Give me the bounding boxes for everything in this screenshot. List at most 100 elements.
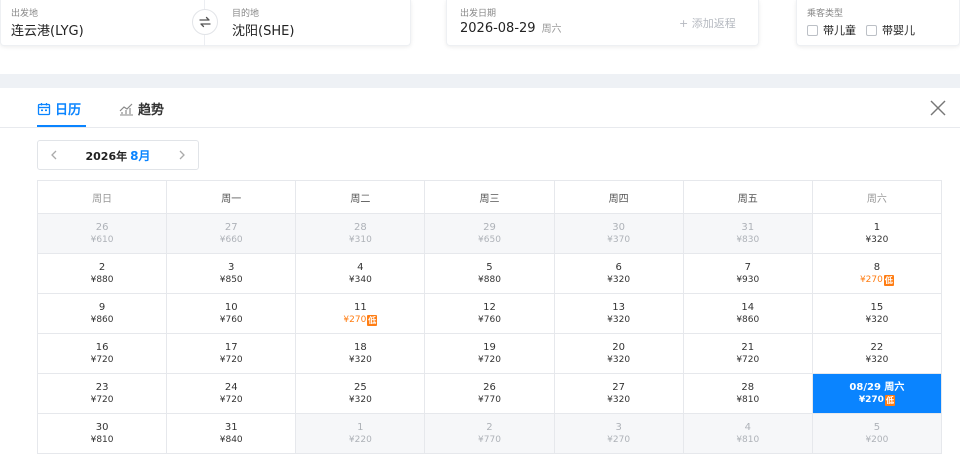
calendar-day[interactable]: 25 ¥320 (296, 374, 426, 414)
calendar-day-selected[interactable]: 08/29 周六 ¥270 低 (812, 374, 942, 414)
from-field[interactable]: 连云港(LYG) (11, 20, 84, 39)
day-price-row: ¥720 (220, 394, 243, 407)
calendar-day[interactable]: 6 ¥320 (554, 254, 684, 294)
day-price-row: ¥830 (736, 234, 759, 247)
calendar-day[interactable]: 13 ¥320 (554, 294, 684, 334)
day-price: ¥880 (478, 274, 501, 285)
calendar-day[interactable]: 31 ¥840 (167, 414, 297, 454)
calendar-day[interactable]: 14 ¥860 (683, 294, 813, 334)
day-price: ¥830 (736, 234, 760, 245)
calendar-day[interactable]: 28 ¥310 (296, 214, 426, 254)
day-price: ¥610 (90, 234, 114, 245)
lowest-price-badge: 低 (884, 394, 895, 406)
calendar-day[interactable]: 23 ¥720 (38, 374, 168, 414)
day-price: ¥860 (90, 314, 114, 325)
calendar-day[interactable]: 15 ¥320 (812, 294, 942, 334)
calendar-day[interactable]: 5 ¥200 (812, 414, 942, 454)
calendar-day[interactable]: 21 ¥720 (683, 334, 813, 374)
day-number: 25 (353, 381, 367, 393)
tab-trend[interactable]: 趋势 (119, 99, 164, 118)
calendar-day[interactable]: 30 ¥370 (554, 214, 684, 254)
calendar-day[interactable]: 3 ¥270 (554, 414, 684, 454)
date-field[interactable]: 2026-08-29 周六 (460, 20, 562, 36)
calendar-day[interactable]: 8 ¥270 低 (812, 254, 942, 294)
route-card: 出发地 连云港(LYG) 目的地 沈阳(SHE) (0, 0, 411, 46)
calendar-day[interactable]: 10 ¥760 (167, 294, 297, 334)
day-price-row: ¥320 (607, 394, 630, 407)
day-price: ¥720 (219, 394, 243, 405)
checkbox-icon (807, 24, 818, 36)
tab-calendar[interactable]: 日历 (37, 99, 81, 118)
calendar-day[interactable]: 2 ¥880 (38, 254, 168, 294)
day-price: ¥320 (865, 234, 889, 245)
calendar-day[interactable]: 24 ¥720 (167, 374, 297, 414)
day-price-row: ¥720 (736, 354, 759, 367)
calendar-day[interactable]: 29 ¥650 (425, 214, 555, 254)
checkbox-icon (866, 24, 877, 36)
calendar-day[interactable]: 9 ¥860 (38, 294, 168, 334)
day-price-row: ¥320 (865, 354, 888, 367)
calendar-day[interactable]: 18 ¥320 (296, 334, 426, 374)
calendar-day[interactable]: 16 ¥720 (38, 334, 168, 374)
calendar-day[interactable]: 17 ¥720 (167, 334, 297, 374)
day-price: ¥270 (859, 274, 883, 285)
calendar-day[interactable]: 11 ¥270 低 (296, 294, 426, 334)
day-price-row: ¥270 低 (859, 394, 895, 407)
calendar-day[interactable]: 27 ¥320 (554, 374, 684, 414)
calendar-day[interactable]: 3 ¥850 (167, 254, 297, 294)
day-price: ¥720 (90, 354, 114, 365)
day-price-row: ¥810 (91, 434, 114, 447)
calendar-day[interactable]: 22 ¥320 (812, 334, 942, 374)
calendar-week-row: 9 ¥860 10 ¥760 11 ¥270 低 12 ¥760 13 ¥320 14 ¥860 15 ¥3… (38, 294, 942, 334)
calendar-day[interactable]: 4 ¥340 (296, 254, 426, 294)
calendar-day[interactable]: 19 ¥720 (425, 334, 555, 374)
swap-route-button[interactable] (192, 9, 218, 35)
day-price: ¥320 (607, 314, 631, 325)
day-price-row: ¥270 (607, 434, 630, 447)
day-price-row: ¥880 (478, 274, 501, 287)
day-price: ¥340 (348, 274, 372, 285)
day-price: ¥320 (607, 394, 631, 405)
calendar-day[interactable]: 26 ¥770 (425, 374, 555, 414)
day-price: ¥930 (736, 274, 760, 285)
date-weekday: 周六 (541, 24, 562, 35)
day-price-row: ¥200 (865, 434, 888, 447)
tab-trend-label: 趋势 (138, 103, 165, 118)
calendar-day[interactable]: 20 ¥320 (554, 334, 684, 374)
day-price: ¥760 (219, 314, 243, 325)
calendar-day[interactable]: 27 ¥660 (167, 214, 297, 254)
infant-checkbox[interactable]: 带婴儿 (866, 22, 915, 38)
day-price-row: ¥320 (607, 354, 630, 367)
date-value: 2026-08-29 (460, 21, 536, 36)
passenger-options: 带儿童 带婴儿 (807, 22, 915, 38)
day-price: ¥660 (219, 234, 243, 245)
child-checkbox[interactable]: 带儿童 (807, 22, 856, 38)
calendar-day[interactable]: 26 ¥610 (38, 214, 168, 254)
calendar-day[interactable]: 12 ¥760 (425, 294, 555, 334)
day-number: 3 (228, 261, 235, 273)
calendar-day[interactable]: 5 ¥880 (425, 254, 555, 294)
day-price-row: ¥270 低 (343, 314, 378, 327)
calendar-day[interactable]: 7 ¥930 (683, 254, 813, 294)
calendar-day[interactable]: 31 ¥830 (683, 214, 813, 254)
day-price: ¥850 (219, 274, 243, 285)
to-label: 目的地 (232, 9, 260, 19)
day-price: ¥880 (90, 274, 114, 285)
prev-month-button[interactable] (48, 149, 60, 161)
calendar-day[interactable]: 1 ¥320 (812, 214, 942, 254)
calendar-day[interactable]: 1 ¥220 (296, 414, 426, 454)
calendar-day[interactable]: 28 ¥810 (683, 374, 813, 414)
close-icon[interactable] (929, 99, 947, 117)
day-price: ¥320 (348, 354, 372, 365)
calendar-day[interactable]: 2 ¥770 (425, 414, 555, 454)
day-price: ¥650 (478, 234, 501, 245)
to-field[interactable]: 沈阳(SHE) (232, 20, 294, 39)
add-return-button[interactable]: + 添加返程 (679, 15, 736, 31)
lowest-price-badge: 低 (367, 314, 378, 326)
next-month-button[interactable] (176, 149, 188, 161)
day-number: 27 (224, 221, 238, 233)
day-number: 19 (483, 341, 496, 353)
calendar-day[interactable]: 4 ¥810 (683, 414, 813, 454)
current-month-value: 8月 (130, 148, 151, 163)
calendar-day[interactable]: 30 ¥810 (38, 414, 168, 454)
